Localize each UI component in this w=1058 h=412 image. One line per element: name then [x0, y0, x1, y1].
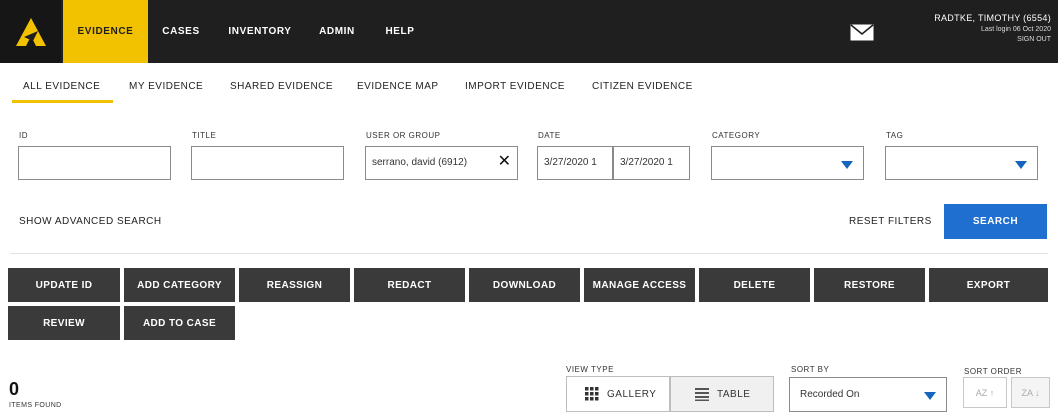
sort-order-label: SORT ORDER — [964, 367, 1023, 376]
nav-admin[interactable]: ADMIN — [312, 0, 362, 63]
grid-icon — [585, 387, 599, 401]
top-nav-bar: EVIDENCE CASES INVENTORY ADMIN HELP RADT… — [0, 0, 1058, 63]
tab-import-evidence[interactable]: IMPORT EVIDENCE — [465, 81, 565, 92]
tag-select[interactable] — [885, 146, 1038, 180]
chevron-down-icon — [841, 161, 853, 169]
id-label: ID — [19, 131, 28, 140]
sort-by-label: SORT BY — [791, 365, 830, 374]
mail-icon[interactable] — [850, 24, 874, 41]
date-from-input[interactable]: 3/27/2020 1 — [537, 146, 613, 180]
clear-user-icon[interactable]: ✕ — [498, 154, 511, 170]
sign-out-link[interactable]: SIGN OUT — [934, 36, 1051, 43]
reassign-button[interactable]: REASSIGN — [239, 268, 350, 302]
table-view-button[interactable]: TABLE — [670, 376, 774, 412]
export-button[interactable]: EXPORT — [929, 268, 1048, 302]
title-label: TITLE — [192, 131, 217, 140]
logo-icon — [15, 17, 46, 46]
download-button[interactable]: DOWNLOAD — [469, 268, 580, 302]
active-tab-indicator — [12, 100, 113, 103]
title-input[interactable] — [191, 146, 344, 180]
divider — [10, 253, 1048, 254]
sort-by-value: Recorded On — [800, 389, 860, 400]
logo[interactable] — [0, 0, 61, 63]
tab-evidence-map[interactable]: EVIDENCE MAP — [357, 81, 439, 92]
nav-evidence[interactable]: EVIDENCE — [63, 0, 148, 63]
tab-my-evidence[interactable]: MY EVIDENCE — [129, 81, 203, 92]
chevron-down-icon — [1015, 161, 1027, 169]
nav-cases[interactable]: CASES — [150, 0, 212, 63]
sort-ascending-button[interactable]: AZ ↑ — [963, 377, 1007, 408]
chevron-down-icon — [924, 392, 936, 400]
add-to-case-button[interactable]: ADD TO CASE — [124, 306, 235, 340]
show-advanced-search-link[interactable]: SHOW ADVANCED SEARCH — [19, 216, 162, 227]
tag-label: TAG — [886, 131, 904, 140]
gallery-label: GALLERY — [607, 388, 657, 400]
table-label: TABLE — [717, 388, 751, 400]
tab-shared-evidence[interactable]: SHARED EVIDENCE — [230, 81, 333, 92]
view-type-label: VIEW TYPE — [566, 365, 614, 374]
sort-by-select[interactable]: Recorded On — [789, 377, 947, 412]
search-button[interactable]: SEARCH — [944, 204, 1047, 239]
tab-citizen-evidence[interactable]: CITIZEN EVIDENCE — [592, 81, 693, 92]
review-button[interactable]: REVIEW — [8, 306, 120, 340]
manage-access-button[interactable]: MANAGE ACCESS — [584, 268, 695, 302]
list-icon — [695, 388, 709, 401]
user-name: RADTKE, TIMOTHY (6554) — [934, 13, 1051, 23]
date-to-input[interactable]: 3/27/2020 1 — [613, 146, 690, 180]
items-found-count: 0 — [9, 379, 20, 399]
user-block: RADTKE, TIMOTHY (6554) Last login 06 Oct… — [934, 13, 1051, 43]
id-input[interactable] — [18, 146, 171, 180]
last-login: Last login 06 Oct 2020 — [980, 26, 1051, 33]
nav-help[interactable]: HELP — [378, 0, 422, 63]
user-group-label: USER OR GROUP — [366, 131, 441, 140]
nav-inventory[interactable]: INVENTORY — [220, 0, 300, 63]
gallery-view-button[interactable]: GALLERY — [566, 376, 670, 412]
delete-button[interactable]: DELETE — [699, 268, 810, 302]
user-group-input[interactable]: serrano, david (6912) ✕ — [365, 146, 518, 180]
add-category-button[interactable]: ADD CATEGORY — [124, 268, 235, 302]
sort-descending-button[interactable]: ZA ↓ — [1011, 377, 1050, 408]
date-from-value: 3/27/2020 1 — [544, 157, 597, 168]
reset-filters-button[interactable]: RESET FILTERS — [849, 216, 932, 227]
redact-button[interactable]: REDACT — [354, 268, 465, 302]
category-label: CATEGORY — [712, 131, 761, 140]
date-label: DATE — [538, 131, 561, 140]
category-select[interactable] — [711, 146, 864, 180]
items-found-label: ITEMS FOUND — [9, 402, 62, 409]
user-group-value: serrano, david (6912) — [372, 157, 468, 168]
tab-all-evidence[interactable]: ALL EVIDENCE — [23, 81, 100, 92]
update-id-button[interactable]: UPDATE ID — [8, 268, 120, 302]
date-to-value: 3/27/2020 1 — [620, 157, 673, 168]
restore-button[interactable]: RESTORE — [814, 268, 925, 302]
